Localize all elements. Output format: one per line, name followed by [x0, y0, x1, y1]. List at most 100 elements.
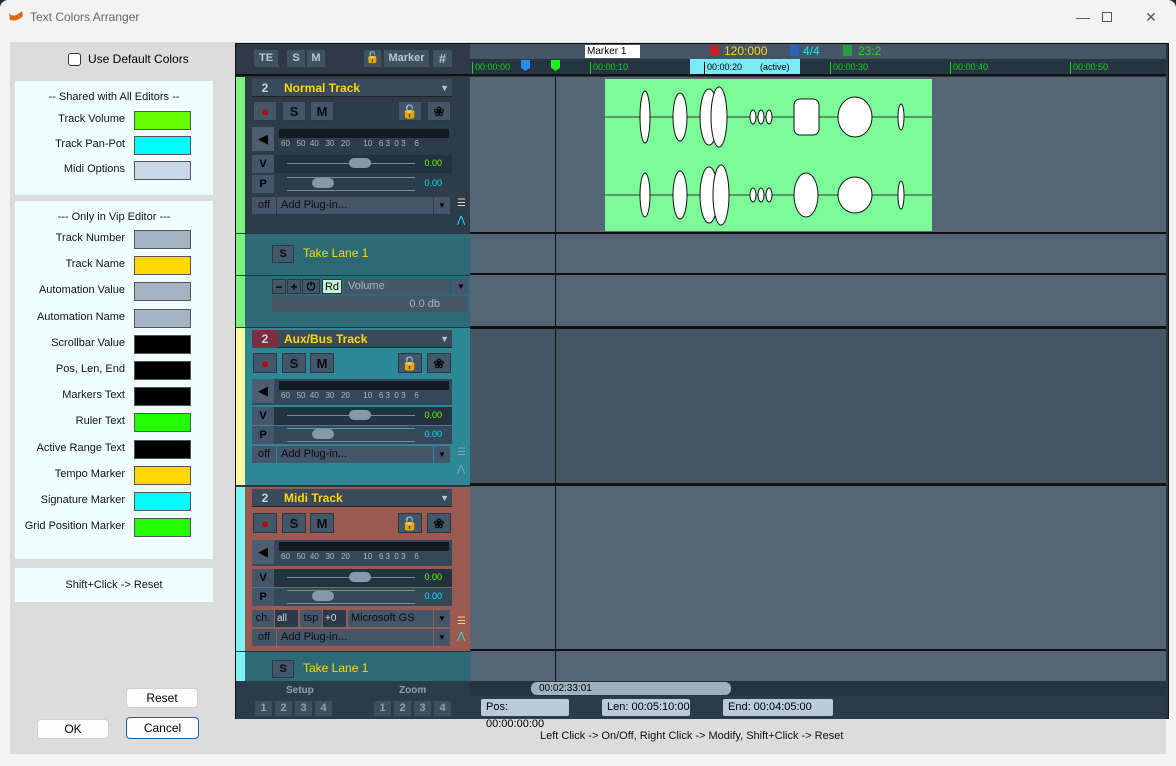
mute-button[interactable]: M	[310, 353, 334, 373]
automation-icon[interactable]: ⋀	[457, 464, 465, 475]
record-arm-button[interactable]: ●	[253, 101, 277, 121]
close-button[interactable]: ✕	[1128, 0, 1174, 34]
track-lock-button[interactable]: 🔓	[398, 353, 422, 373]
automation-remove-button[interactable]: −	[272, 279, 286, 294]
mute-button[interactable]: M	[310, 513, 334, 533]
setup-button-4[interactable]: 4	[315, 701, 332, 716]
playhead-marker-icon[interactable]	[551, 60, 560, 71]
automation-read-button[interactable]: Rd	[322, 279, 342, 294]
reset-button[interactable]: Reset	[126, 688, 198, 708]
color-swatch-button[interactable]	[134, 518, 191, 538]
plugin-dropdown-icon[interactable]: ▼	[434, 446, 450, 463]
pan-slider-track[interactable]	[287, 590, 415, 591]
pan-slider-knob[interactable]	[312, 591, 334, 601]
color-swatch-button[interactable]	[134, 230, 191, 249]
color-swatch-button[interactable]	[134, 161, 191, 180]
track-lanes-icon[interactable]: ☰	[457, 198, 466, 209]
setup-button-3[interactable]: 3	[295, 701, 312, 716]
channel-value[interactable]: all	[275, 610, 298, 627]
speaker-icon[interactable]: ◀	[252, 540, 274, 564]
mute-button[interactable]: M	[310, 101, 334, 121]
use-default-colors-checkbox[interactable]: Use Default Colors	[68, 52, 189, 66]
ok-button[interactable]: OK	[37, 719, 109, 739]
fx-button[interactable]: ❀	[427, 101, 451, 121]
checkbox-box[interactable]	[68, 52, 81, 66]
fx-button[interactable]: ❀	[427, 353, 451, 373]
signature-marker-flag-icon[interactable]	[790, 45, 799, 56]
color-swatch-button[interactable]	[134, 256, 191, 276]
automation-icon[interactable]: ⋀	[457, 215, 465, 226]
speaker-icon[interactable]: ◀	[252, 379, 274, 403]
grid-button[interactable]: #	[433, 50, 452, 67]
color-swatch-button[interactable]	[134, 465, 191, 485]
setup-button-2[interactable]: 2	[275, 701, 292, 716]
tempo-marker-flag-icon[interactable]	[710, 45, 719, 56]
global-mute-button[interactable]: M	[307, 50, 325, 67]
zoom-button-1[interactable]: 1	[374, 701, 391, 716]
cancel-button[interactable]: Cancel	[126, 717, 199, 739]
audio-clip[interactable]	[605, 79, 932, 231]
pan-slider-track[interactable]	[287, 441, 415, 442]
automation-add-button[interactable]: +	[287, 279, 301, 294]
zoom-button-2[interactable]: 2	[394, 701, 411, 716]
pan-slider-track[interactable]	[287, 603, 415, 604]
plugin-dropdown-icon[interactable]: ▼	[434, 197, 450, 214]
instrument-dropdown-icon[interactable]: ▼	[434, 610, 450, 627]
automation-param-dropdown-icon[interactable]: ▼	[454, 279, 468, 294]
te-button[interactable]: TE	[254, 50, 278, 67]
lock-button[interactable]: 🔓	[364, 50, 381, 67]
automation-value[interactable]: 0.0 db	[272, 296, 468, 312]
track-lanes[interactable]	[470, 77, 1166, 681]
speaker-icon[interactable]: ◀	[252, 127, 274, 151]
global-solo-button[interactable]: S	[287, 50, 305, 67]
add-plugin-select[interactable]: Add Plug-in...	[277, 197, 433, 214]
color-swatch-button[interactable]	[134, 361, 191, 380]
record-arm-button[interactable]: ●	[253, 513, 277, 533]
loop-start-marker-icon[interactable]	[521, 60, 530, 71]
scrollbar-thumb[interactable]: 00:02:33:01	[531, 682, 731, 695]
pan-slider-track[interactable]	[287, 177, 415, 178]
record-arm-button[interactable]: ●	[253, 353, 277, 373]
track-lanes-icon[interactable]: ☰	[457, 616, 466, 627]
color-swatch-button[interactable]	[134, 136, 191, 155]
solo-button[interactable]: S	[282, 101, 306, 121]
maximize-button[interactable]	[1084, 0, 1130, 34]
plugin-off-button[interactable]: off	[252, 197, 276, 214]
color-swatch-button[interactable]	[134, 334, 191, 354]
zoom-button-3[interactable]: 3	[414, 701, 431, 716]
instrument-select[interactable]: Microsoft GS	[348, 610, 433, 627]
track-lock-button[interactable]: 🔓	[398, 513, 422, 533]
automation-icon[interactable]: ⋀	[457, 631, 465, 642]
pan-slider-track[interactable]	[287, 428, 415, 429]
horizontal-scrollbar[interactable]: 00:02:33:01	[470, 681, 1166, 696]
fx-button[interactable]: ❀	[427, 513, 451, 533]
position-display[interactable]: Pos: 00:00:00:00	[481, 699, 569, 730]
take-lane-solo-button[interactable]: S	[272, 245, 294, 263]
color-swatch-button[interactable]	[134, 492, 191, 511]
take-lane-solo-button[interactable]: S	[272, 660, 294, 678]
pan-button[interactable]: P	[252, 426, 274, 444]
color-swatch-button[interactable]	[134, 413, 191, 433]
solo-button[interactable]: S	[282, 513, 306, 533]
plugin-dropdown-icon[interactable]: ▼	[434, 629, 450, 646]
track-lock-button[interactable]: 🔓	[398, 101, 422, 121]
zoom-button-4[interactable]: 4	[434, 701, 451, 716]
solo-button[interactable]: S	[282, 353, 306, 373]
pan-slider-knob[interactable]	[312, 178, 334, 188]
track-name[interactable]: Midi Track	[284, 489, 343, 507]
pan-button[interactable]: P	[252, 175, 274, 193]
time-ruler[interactable]: 00:00:00 00:00:10 00:00:20 (active) 00:0…	[470, 59, 1166, 76]
end-display[interactable]: End: 00:04:05:00	[723, 699, 833, 716]
pan-slider-track[interactable]	[287, 190, 415, 191]
color-swatch-button[interactable]	[134, 282, 191, 302]
marker-button[interactable]: Marker	[384, 50, 429, 67]
volume-button[interactable]: V	[252, 569, 274, 587]
volume-button[interactable]: V	[252, 155, 274, 173]
pan-button[interactable]: P	[252, 588, 274, 606]
track-name[interactable]: Aux/Bus Track	[284, 330, 367, 348]
track-name[interactable]: Normal Track	[284, 79, 360, 97]
automation-power-button[interactable]: ⏻	[302, 279, 320, 294]
automation-param-select[interactable]: Volume	[344, 279, 452, 294]
color-swatch-button[interactable]	[134, 387, 191, 407]
track-menu-chevron-icon[interactable]: ▼	[440, 83, 449, 93]
